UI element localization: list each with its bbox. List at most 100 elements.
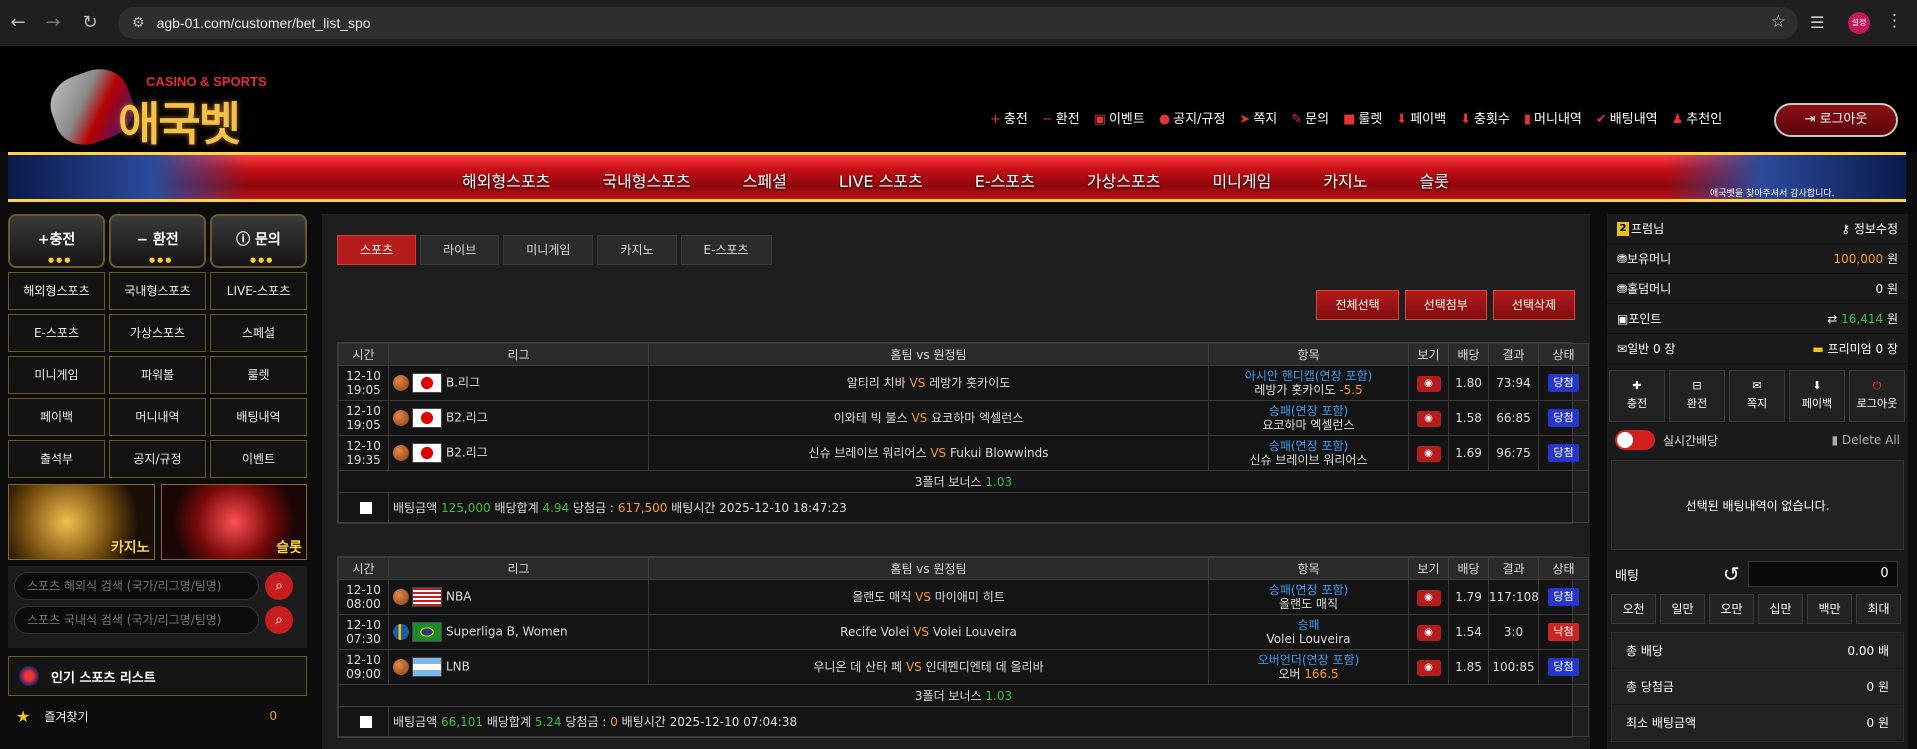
- top-menu-inquiry[interactable]: ✎ 문의: [1291, 108, 1329, 127]
- top-menu-charge-count[interactable]: ⬇ 충횟수: [1460, 108, 1510, 127]
- main-nav-item[interactable]: 가상스포츠: [1087, 168, 1161, 192]
- site-logo[interactable]: CASINO & SPORTS 애국벳: [42, 58, 288, 154]
- top-menu-exchange[interactable]: − 환전: [1042, 108, 1080, 127]
- reading-list-icon[interactable]: ☰: [1810, 13, 1824, 32]
- tab-sports[interactable]: 스포츠: [337, 235, 417, 265]
- browser-toolbar: ← → ↻ ⚙ agb-01.com/customer/bet_list_spo…: [0, 0, 1917, 46]
- top-menu-message[interactable]: ➤ 쪽지: [1239, 108, 1277, 127]
- select-all-button[interactable]: 전체선택: [1316, 290, 1399, 320]
- chip-50000[interactable]: 오만: [1709, 594, 1754, 624]
- panel-payback-button[interactable]: ⬇ 페이백: [1789, 370, 1845, 422]
- chip-10000[interactable]: 일만: [1660, 594, 1705, 624]
- sidebar-menu-item[interactable]: 출석부: [8, 440, 105, 478]
- address-bar[interactable]: ⚙ agb-01.com/customer/bet_list_spo ☆: [118, 7, 1798, 39]
- tab-esports[interactable]: E-스포츠: [680, 235, 772, 265]
- sidebar-menu-item[interactable]: 공지/규정: [109, 440, 206, 478]
- main-nav-item[interactable]: 스페셜: [743, 168, 787, 192]
- main-nav-item[interactable]: 국내형스포츠: [602, 168, 690, 192]
- sidebar-menu-item[interactable]: 페이백: [8, 398, 105, 436]
- top-menu-notice[interactable]: ● 공지/규정: [1159, 108, 1226, 127]
- sidebar-menu-item[interactable]: 룰렛: [210, 356, 307, 394]
- sidebar-menu-item[interactable]: 배팅내역: [210, 398, 307, 436]
- eye-icon[interactable]: ◉: [1416, 445, 1441, 462]
- delete-all-button[interactable]: ▮ Delete All: [1831, 433, 1900, 447]
- top-menu-referral[interactable]: ♟ 추천인: [1672, 108, 1723, 127]
- pick-value: 신슈 브레이브 워리어스: [1249, 453, 1368, 467]
- league-cell: NBA: [388, 579, 649, 615]
- bet-amount-input[interactable]: 0: [1747, 561, 1898, 587]
- tab-casino[interactable]: 카지노: [597, 235, 677, 265]
- sidebar-menu-item[interactable]: E-스포츠: [8, 314, 105, 352]
- flag-icon: [412, 373, 442, 393]
- top-menu-event[interactable]: ▣ 이벤트: [1094, 108, 1145, 127]
- realtime-odds-toggle[interactable]: [1615, 430, 1655, 450]
- panel-logout-button[interactable]: ⏻ 로그아웃: [1849, 370, 1905, 422]
- reset-icon[interactable]: ↺: [1723, 562, 1740, 586]
- main-nav-item[interactable]: 미니게임: [1212, 168, 1271, 192]
- view-cell: ◉: [1408, 435, 1449, 471]
- favorites-item[interactable]: ★ 즐겨찾기 0: [8, 700, 307, 732]
- search-icon[interactable]: ⌕: [265, 572, 293, 600]
- forward-icon[interactable]: →: [37, 12, 69, 33]
- delete-selected-button[interactable]: 선택삭제: [1492, 290, 1575, 320]
- main-nav-item[interactable]: LIVE 스포츠: [839, 168, 923, 192]
- pick-extra: 166.5: [1304, 667, 1339, 681]
- sidebar-charge-button[interactable]: +충전 ●●●: [8, 214, 105, 268]
- sidebar-menu-item[interactable]: 해외형스포츠: [8, 272, 105, 310]
- sidebar-menu-item[interactable]: LIVE-스포츠: [210, 272, 307, 310]
- panel-message-button[interactable]: ✉ 쪽지: [1729, 370, 1785, 422]
- overseas-search-input[interactable]: [14, 572, 259, 600]
- exchange-icon[interactable]: ⇄: [1827, 312, 1841, 326]
- sidebar-exchange-button[interactable]: − 환전 ●●●: [109, 214, 206, 268]
- column-header: 보기: [1408, 557, 1449, 580]
- sidebar-menu-item[interactable]: 국내형스포츠: [109, 272, 206, 310]
- casino-promo-banner[interactable]: 카지노: [8, 484, 155, 560]
- eye-icon[interactable]: ◉: [1416, 589, 1441, 606]
- match-time: 12-10 19:05: [338, 400, 389, 436]
- chip-5000[interactable]: 오천: [1611, 594, 1656, 624]
- status-badge: 당첨: [1548, 374, 1579, 392]
- panel-charge-button[interactable]: ✚ 충전: [1609, 370, 1665, 422]
- site-info-icon[interactable]: ⚙: [132, 15, 145, 31]
- eye-icon[interactable]: ◉: [1416, 410, 1441, 427]
- edit-info-link[interactable]: ⚷ 정보수정: [1841, 220, 1898, 237]
- sidebar-menu-item[interactable]: 스페셜: [210, 314, 307, 352]
- select-checkbox[interactable]: [359, 502, 372, 514]
- sidebar-inquiry-button[interactable]: ⓘ 문의 ●●●: [210, 214, 307, 268]
- eye-icon[interactable]: ◉: [1416, 375, 1441, 392]
- panel-exchange-button[interactable]: ⊟ 환전: [1669, 370, 1725, 422]
- top-menu-charge[interactable]: + 충전: [990, 108, 1028, 127]
- top-menu-bet-history[interactable]: ✔ 배팅내역: [1596, 108, 1658, 127]
- back-icon[interactable]: ←: [2, 12, 34, 33]
- slot-promo-banner[interactable]: 슬롯: [160, 484, 307, 560]
- tab-live[interactable]: 라이브: [420, 235, 500, 265]
- sidebar-menu-item[interactable]: 파워볼: [109, 356, 206, 394]
- sidebar-menu-item[interactable]: 이벤트: [210, 440, 307, 478]
- bookmark-star-icon[interactable]: ☆: [1771, 12, 1786, 32]
- top-menu-roulette[interactable]: ■ 룰렛: [1343, 108, 1382, 127]
- sidebar-menu-item[interactable]: 미니게임: [8, 356, 105, 394]
- chip-1000000[interactable]: 백만: [1807, 594, 1852, 624]
- main-nav-item[interactable]: 슬롯: [1419, 168, 1448, 192]
- chip-100000[interactable]: 십만: [1758, 594, 1803, 624]
- menu-kebab-icon[interactable]: ⋮: [1886, 11, 1903, 31]
- profile-avatar[interactable]: 설정: [1848, 12, 1870, 34]
- search-icon[interactable]: ⌕: [265, 606, 293, 634]
- main-nav-item[interactable]: 카지노: [1323, 168, 1367, 192]
- top-menu-money-history[interactable]: ▮ 머니내역: [1524, 108, 1582, 127]
- logout-button[interactable]: ⇥ 로그아웃: [1774, 103, 1898, 137]
- sidebar-menu-item[interactable]: 머니내역: [109, 398, 206, 436]
- domestic-search-input[interactable]: [14, 606, 259, 634]
- chip-max[interactable]: 최대: [1856, 594, 1901, 624]
- tab-minigame[interactable]: 미니게임: [503, 235, 594, 265]
- select-checkbox[interactable]: [359, 716, 372, 728]
- main-nav-item[interactable]: E-스포츠: [975, 168, 1035, 192]
- reload-icon[interactable]: ↻: [74, 12, 106, 33]
- home-team: 우니온 데 산타 페: [813, 660, 903, 674]
- attach-selected-button[interactable]: 선택첨부: [1404, 290, 1487, 320]
- eye-icon[interactable]: ◉: [1416, 624, 1441, 641]
- main-nav-item[interactable]: 해외형스포츠: [462, 168, 550, 192]
- top-menu-payback[interactable]: ⬇ 페이백: [1396, 108, 1446, 127]
- sidebar-menu-item[interactable]: 가상스포츠: [109, 314, 206, 352]
- eye-icon[interactable]: ◉: [1416, 659, 1441, 676]
